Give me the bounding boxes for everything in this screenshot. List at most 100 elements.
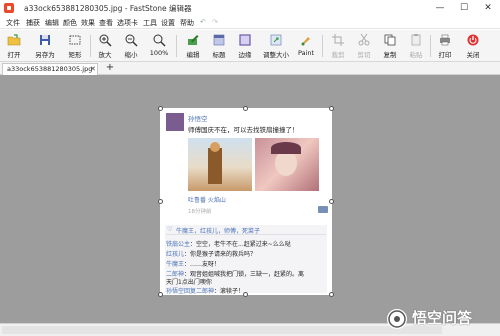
caption-button[interactable]: 标题 (207, 32, 231, 60)
scissors-icon (358, 33, 370, 46)
comment-author: 铁扇公主 (166, 241, 191, 248)
comment-row: 孙悟空回复二郎神：滚犊子！ (166, 286, 244, 295)
zoom-out-icon (125, 34, 138, 47)
resize-handle-top-right[interactable] (329, 106, 334, 111)
resize-handle-top-left[interactable] (158, 106, 163, 111)
open-button[interactable]: 打开 (2, 32, 26, 60)
toolbar: 打开 另存为 矩形 放大 缩小 100% 编辑 标题 边缘 调整大小 Paint (0, 30, 500, 62)
comment-author: 牛魔王 (166, 261, 185, 268)
comment-row: 红孩儿：你是猴子请来的救兵吗？ (166, 249, 256, 258)
border-button[interactable]: 边缘 (233, 32, 257, 60)
resize-label: 调整大小 (263, 51, 289, 59)
close-window-button[interactable]: ✕ (476, 0, 500, 16)
post-photo-left (188, 138, 252, 191)
undo-icon[interactable]: ↶ (200, 18, 206, 26)
comment-text: 天门1点出门噢你 (166, 279, 212, 286)
menu-help[interactable]: 帮助 (180, 18, 194, 28)
menu-tabs[interactable]: 选项卡 (117, 18, 138, 28)
zoom-in-label: 放大 (98, 51, 112, 59)
rect-select-button[interactable]: 矩形 (62, 32, 88, 60)
maximize-button[interactable]: ☐ (452, 0, 476, 16)
printer-icon (440, 34, 450, 46)
like-heart-icon: ♡ (167, 226, 173, 233)
comment-row: 牛魔王：……友呀！ (166, 259, 220, 268)
tab-image-file-label: a33ock653881280305.jpg (7, 65, 93, 73)
resize-handle-left[interactable] (158, 199, 163, 204)
menu-color[interactable]: 颜色 (63, 18, 77, 28)
zoom-out-button[interactable]: 缩小 (119, 32, 143, 60)
save-as-button[interactable]: 另存为 (30, 32, 60, 60)
post-location: 吐鲁番 火焰山 (188, 197, 226, 204)
menu-edit[interactable]: 编辑 (45, 18, 59, 28)
menu-tools[interactable]: 工具 (143, 18, 157, 28)
close-button[interactable]: 关闭 (460, 32, 486, 60)
zoom-in-icon (99, 34, 112, 47)
comment-divider (166, 234, 326, 235)
comment-author: 孙悟空回复二郎神 (166, 288, 215, 295)
menu-effects[interactable]: 效果 (81, 18, 95, 28)
rect-select-label: 矩形 (68, 51, 82, 59)
menu-bar: 文件 捕获 编辑 颜色 效果 查看 选项卡 工具 设置 帮助 ↶ ↷ (0, 16, 500, 29)
resize-handle-bottom-left[interactable] (158, 292, 163, 297)
redo-icon[interactable]: ↷ (212, 18, 218, 26)
crop-label: 裁剪 (331, 51, 345, 59)
open-folder-icon (7, 34, 21, 46)
tab-image-file[interactable]: a33ock653881280305.jpg ✕ (2, 63, 98, 75)
toolbar-separator (322, 35, 323, 57)
open-label: 打开 (7, 51, 21, 59)
menu-capture[interactable]: 捕获 (26, 18, 40, 28)
menu-file[interactable]: 文件 (6, 18, 20, 28)
caption-label: 标题 (212, 51, 226, 59)
toolbar-separator (176, 35, 177, 57)
edit-button[interactable]: 编辑 (181, 32, 205, 60)
zoom-level-button[interactable]: 100% (145, 32, 173, 60)
paste-button[interactable]: 粘贴 (404, 32, 428, 60)
resize-button[interactable]: 调整大小 (259, 32, 293, 60)
border-label: 边缘 (238, 51, 252, 59)
menu-view[interactable]: 查看 (99, 18, 113, 28)
comment-row: 天门1点出门噢你 (166, 277, 212, 286)
cut-button[interactable]: 剪切 (352, 32, 376, 60)
comment-text: ：滚犊子！ (214, 288, 245, 295)
window-title: a33ock653881280305.jpg - FastStone 编辑器 (24, 4, 192, 13)
post-time: 18分钟前 (188, 209, 212, 215)
comment-row: 铁扇公主：空空，老牛不在...赶紧过来~么么哒 (166, 239, 291, 248)
cut-label: 剪切 (357, 51, 371, 59)
resize-handle-bottom-right[interactable] (329, 292, 334, 297)
resize-handle-top[interactable] (243, 106, 248, 111)
paste-icon (411, 34, 421, 46)
horizontal-scrollbar[interactable] (2, 326, 442, 334)
faststone-app-icon (4, 3, 14, 13)
post-photo-right (255, 138, 319, 191)
copy-button[interactable]: 复制 (378, 32, 402, 60)
border-icon (239, 34, 251, 46)
resize-icon (270, 34, 282, 46)
minimize-button[interactable]: — (428, 0, 452, 16)
watermark-text: 悟空问答 (412, 309, 473, 327)
new-tab-button[interactable]: + (103, 62, 117, 74)
resize-handle-bottom[interactable] (243, 292, 248, 297)
post-username: 孙悟空 (188, 115, 208, 123)
menu-settings[interactable]: 设置 (161, 18, 175, 28)
tab-strip: a33ock653881280305.jpg ✕ + (0, 62, 500, 75)
copy-icon (384, 34, 396, 46)
comment-text: ：你是猴子请来的救兵吗？ (184, 251, 257, 258)
power-close-icon (467, 34, 479, 46)
print-button[interactable]: 打印 (433, 32, 457, 60)
zoom-in-button[interactable]: 放大 (93, 32, 117, 60)
post-text: 师傅国庆不在，可以去找铁扇撞撞了！ (188, 126, 299, 134)
rect-select-icon (69, 35, 81, 45)
comment-text: ：……友呀！ (184, 261, 221, 268)
zoom-out-label: 缩小 (124, 51, 138, 59)
caption-icon (213, 34, 225, 46)
paint-label: Paint (297, 49, 315, 57)
resize-handle-right[interactable] (329, 199, 334, 204)
crop-button[interactable]: 裁剪 (326, 32, 350, 60)
post-avatar (166, 113, 184, 131)
paste-label: 粘贴 (409, 51, 423, 59)
zoom-level-label: 100% (149, 49, 169, 57)
title-bar: a33ock653881280305.jpg - FastStone 编辑器 —… (0, 0, 500, 16)
print-label: 打印 (438, 51, 452, 59)
tab-close-icon[interactable]: ✕ (90, 65, 96, 73)
paint-button[interactable]: Paint (294, 32, 318, 60)
